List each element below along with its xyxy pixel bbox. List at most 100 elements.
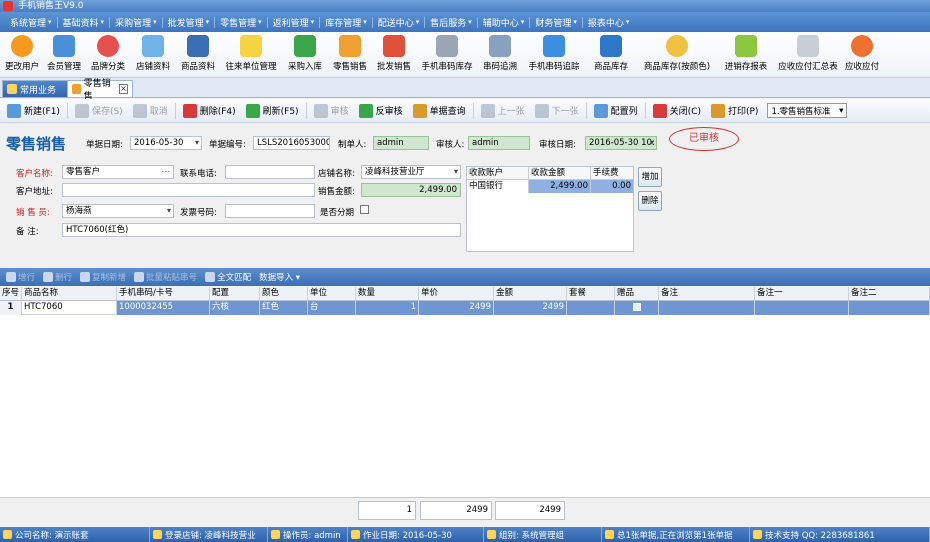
menu-item[interactable]: 批发管理 ▾ [164, 16, 214, 29]
customer-field[interactable]: 零售客户 ⋯ [62, 165, 174, 179]
print-icon [710, 103, 725, 118]
doc-date-field[interactable]: 2016-05-30 [130, 136, 202, 150]
action-button[interactable]: 上一张 [476, 101, 530, 121]
toolbar-button[interactable]: 品牌分类 [86, 32, 130, 77]
remark-label: 备 注: [16, 227, 39, 237]
action-button-label: 关闭(C) [669, 107, 701, 117]
action-button[interactable]: 保存(S) [70, 101, 128, 121]
grid-toolbar-button[interactable]: 批量粘贴串号 [130, 271, 201, 283]
tab-common-business[interactable]: 常用业务 [2, 80, 72, 97]
menu-item[interactable]: 报表中心 ▾ [584, 16, 634, 29]
auditor-field[interactable]: admin [468, 136, 530, 150]
grid-toolbar-button[interactable]: 全文匹配 [201, 271, 255, 283]
menu-separator [424, 16, 426, 28]
grid-cell-amount[interactable]: 2499 [494, 301, 567, 315]
menu-item[interactable]: 配送中心 ▾ [374, 16, 424, 29]
menu-item[interactable]: 财务管理 ▾ [531, 16, 581, 29]
toolbar-button[interactable]: 零售销售 [328, 32, 372, 77]
audit-icon [313, 103, 328, 118]
action-button[interactable]: 单据查询 [408, 101, 471, 121]
menu-item[interactable]: 基础资料 ▾ [59, 16, 109, 29]
toolbar-button[interactable]: 应收应付 [842, 32, 882, 77]
toolbar-button[interactable]: 进销存报表 [718, 32, 774, 77]
grid-cell-package[interactable] [567, 301, 615, 315]
action-button[interactable]: 配置列 [589, 101, 643, 121]
menu-item[interactable]: 零售管理 ▾ [216, 16, 266, 29]
action-button[interactable]: 反审核 [354, 101, 408, 121]
audit-date-field[interactable]: 2016-05-30 10: [585, 136, 657, 150]
toolbar-button[interactable]: 店铺资料 [130, 32, 176, 77]
grid-cell-imei[interactable]: 1000032455 [117, 301, 210, 315]
grid-cell-remark2[interactable] [849, 301, 930, 315]
grid-cell-price[interactable]: 2499 [419, 301, 494, 315]
action-button[interactable]: 审核 [309, 101, 354, 121]
gift-checkbox[interactable] [632, 302, 641, 311]
menu-item-label: 系统管理 [10, 18, 47, 29]
toolbar-button-label: 批发销售 [376, 62, 411, 72]
page-title: 零售销售 [6, 135, 67, 153]
grid-cell-remark[interactable] [659, 301, 755, 315]
grid-cell-seq[interactable]: 1 [0, 301, 22, 315]
grid-cell-name[interactable]: HTC7060 [22, 301, 117, 315]
grid-toolbar-button[interactable]: 删行 [39, 271, 76, 283]
close-tab-icon[interactable]: × [119, 84, 129, 94]
payment-row[interactable]: 中国银行 2,499.00 0.00 [467, 180, 633, 193]
maker-field[interactable]: admin [373, 136, 429, 150]
menu-item[interactable]: 售后服务 ▾ [426, 16, 476, 29]
action-button[interactable]: 下一张 [530, 101, 584, 121]
store-select[interactable]: 凌峰科技营业厅 [361, 165, 461, 179]
grid-cell-config[interactable]: 六核 [210, 301, 260, 315]
grid-header-cell: 配置 [210, 287, 260, 301]
action-button[interactable]: 关闭(C) [648, 101, 706, 121]
toolbar-button[interactable]: 商品库存(按颜色) [636, 32, 718, 77]
toolbar-button[interactable]: 手机串码库存 [416, 32, 478, 77]
payment-amount[interactable]: 2,499.00 [529, 180, 591, 193]
print-scheme-select[interactable]: 1.零售销售标准 ▾ [767, 103, 848, 118]
action-button[interactable]: 新建(F1) [2, 101, 65, 121]
grid-toolbar-button[interactable]: 数据导入 ▾ [255, 271, 304, 283]
invoice-field[interactable] [225, 204, 315, 218]
action-button[interactable]: 删除(F4) [178, 101, 241, 121]
installment-checkbox[interactable] [360, 205, 369, 214]
toolbar-button[interactable]: 手机串码追踪 [522, 32, 586, 77]
grid-cell-remark1[interactable] [755, 301, 849, 315]
action-button-label: 删除(F4) [199, 107, 236, 117]
address-field[interactable] [62, 183, 315, 197]
grid-cell-gift[interactable] [615, 301, 659, 315]
grid-cell-color[interactable]: 红色 [260, 301, 308, 315]
menu-item[interactable]: 系统管理 ▾ [6, 16, 56, 29]
payment-account[interactable]: 中国银行 [467, 180, 529, 193]
grid-cell-qty[interactable]: 1 [356, 301, 419, 315]
toolbar-button[interactable]: 批发销售 [372, 32, 416, 77]
table-row[interactable]: 1 HTC7060 1000032455 六核 红色台 1 2499 2499 [0, 301, 930, 315]
tab-retail-sales[interactable]: 零售销售 × [67, 79, 133, 102]
toolbar-button[interactable]: 会员管理 [42, 32, 86, 77]
grid-toolbar-button[interactable]: 增行 [2, 271, 39, 283]
toolbar-button[interactable]: 更改用户 [2, 32, 42, 77]
grid-cell-unit[interactable]: 台 [308, 301, 356, 315]
salesperson-select[interactable]: 杨海燕 [62, 204, 174, 218]
menu-item[interactable]: 采购管理 ▾ [111, 16, 161, 29]
action-button[interactable]: 打印(P) [706, 101, 763, 121]
toolbar-button[interactable]: 串码追溯 [478, 32, 522, 77]
payment-fee[interactable]: 0.00 [591, 180, 633, 193]
delete-payment-button[interactable]: 删除 [638, 191, 662, 211]
action-button[interactable]: 刷新(F5) [241, 101, 304, 121]
menu-item[interactable]: 库存管理 ▾ [321, 16, 371, 29]
total-qty: 1 [358, 501, 416, 520]
add-payment-button[interactable]: 增加 [638, 167, 662, 187]
phone-field[interactable] [225, 165, 315, 179]
sales-amount-field[interactable]: 2,499.00 [361, 183, 461, 197]
toolbar-button[interactable]: 商品资料 [176, 32, 220, 77]
toolbar-button[interactable]: 应收应付汇总表 [774, 32, 842, 77]
menu-item[interactable]: 辅助中心 ▾ [479, 16, 529, 29]
toolbar-button[interactable]: 往来单位管理 [220, 32, 282, 77]
grid-toolbar-button[interactable]: 复制新增 [76, 271, 130, 283]
menu-item[interactable]: 返利管理 ▾ [269, 16, 319, 29]
lookup-ellipsis-icon[interactable]: ⋯ [162, 166, 171, 178]
remark-field[interactable]: HTC7060(红色) [62, 223, 461, 237]
action-button[interactable]: 取消 [128, 101, 173, 121]
toolbar-button[interactable]: 商品库存 [586, 32, 636, 77]
doc-no-field[interactable]: LSLS201605300001( [253, 136, 330, 150]
toolbar-button[interactable]: 采购入库 [282, 32, 328, 77]
